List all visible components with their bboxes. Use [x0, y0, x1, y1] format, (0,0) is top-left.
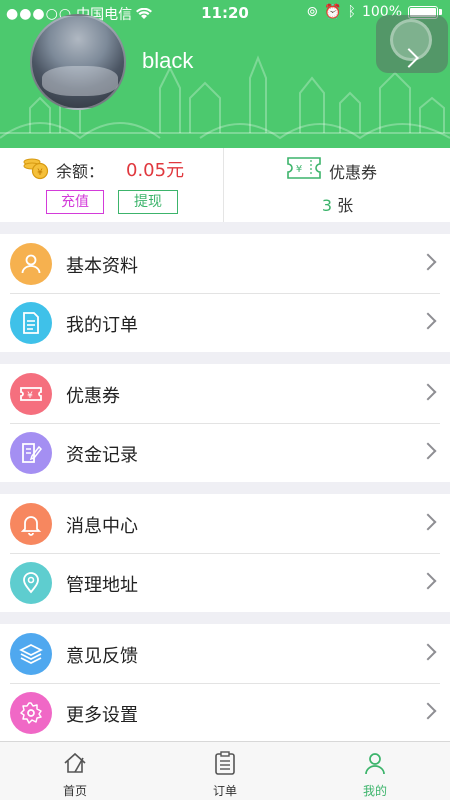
- user-icon: [365, 753, 385, 775]
- coupon-label: 优惠券: [329, 163, 378, 182]
- wallet-summary: ¥ 余额： 0.05元 充值 提现 ¥ 优惠券 3 张: [0, 148, 450, 222]
- bluetooth-icon: ᛒ: [347, 4, 356, 20]
- tab-home[interactable]: 首页: [0, 742, 150, 800]
- tab-mine[interactable]: 我的: [300, 742, 450, 800]
- chevron-right-icon: [419, 253, 437, 271]
- clipboard-icon: [215, 751, 235, 775]
- svg-text:¥: ¥: [296, 164, 302, 175]
- username[interactable]: black: [142, 48, 193, 74]
- tab-label: 订单: [212, 784, 237, 798]
- balance-value: 0.05元: [126, 160, 185, 181]
- menu-item-label: 优惠券: [66, 386, 120, 407]
- coupon-section[interactable]: ¥ 优惠券 3 张: [225, 148, 450, 222]
- document-icon: [10, 302, 52, 344]
- menu-item-coupons[interactable]: ¥ 优惠券: [0, 364, 450, 423]
- bottom-tab-bar: 首页 订单 我的: [0, 741, 450, 800]
- withdraw-button[interactable]: 提现: [118, 190, 178, 214]
- menu-item-my-orders[interactable]: 我的订单: [0, 293, 450, 352]
- edit-record-icon: [10, 432, 52, 474]
- chevron-right-icon: [419, 383, 437, 401]
- avatar[interactable]: [30, 14, 126, 110]
- recharge-button[interactable]: 充值: [46, 190, 104, 214]
- bell-icon: [10, 503, 52, 545]
- chevron-right-icon: [419, 513, 437, 531]
- ticket-icon: ¥: [287, 157, 321, 179]
- coupon-icon: ¥: [10, 373, 52, 415]
- chevron-right-icon: [419, 572, 437, 590]
- menu-item-messages[interactable]: 消息中心: [0, 494, 450, 553]
- menu-item-label: 资金记录: [66, 445, 138, 466]
- menu-item-settings[interactable]: 更多设置: [0, 683, 450, 742]
- coupon-count-number: 3: [321, 196, 333, 215]
- profile-header: ●●●○○ 中国电信 11:20 ⊚ ⏰ ᛒ 100% black: [0, 0, 450, 148]
- alarm-icon: ⏰: [324, 4, 342, 20]
- balance-section: ¥ 余额： 0.05元 充值 提现: [0, 148, 224, 222]
- chevron-right-icon: [419, 442, 437, 460]
- menu-item-label: 意见反馈: [66, 646, 138, 667]
- rotation-lock-icon: ⊚: [306, 4, 319, 20]
- coupon-count: 3 张: [225, 192, 450, 216]
- menu-item-label: 更多设置: [66, 705, 138, 726]
- menu-item-label: 管理地址: [66, 575, 138, 596]
- chevron-right-icon: [419, 312, 437, 330]
- menu-item-label: 消息中心: [66, 516, 138, 537]
- balance-label: 余额：: [56, 162, 105, 181]
- menu-item-profile-info[interactable]: 基本资料: [0, 234, 450, 293]
- menu-item-label: 基本资料: [66, 256, 138, 277]
- chevron-right-icon: [419, 702, 437, 720]
- layers-icon: [10, 633, 52, 675]
- menu-group-more: 意见反馈 更多设置: [0, 624, 450, 742]
- menu-group-account: 基本资料 我的订单: [0, 234, 450, 352]
- coupon-count-unit: 张: [337, 196, 354, 215]
- assistive-touch-button[interactable]: [376, 15, 448, 73]
- location-pin-icon: [10, 562, 52, 604]
- menu-item-addresses[interactable]: 管理地址: [0, 553, 450, 612]
- menu-item-fund-records[interactable]: 资金记录: [0, 423, 450, 482]
- chevron-right-icon: [419, 643, 437, 661]
- svg-text:¥: ¥: [27, 391, 33, 401]
- svg-text:¥: ¥: [37, 168, 43, 178]
- home-icon: [64, 752, 86, 773]
- user-icon: [10, 243, 52, 285]
- tab-label: 首页: [62, 784, 87, 798]
- menu-group-finance: ¥ 优惠券 资金记录: [0, 364, 450, 482]
- gear-icon: [10, 692, 52, 734]
- menu-group-messages: 消息中心 管理地址: [0, 494, 450, 612]
- menu-item-feedback[interactable]: 意见反馈: [0, 624, 450, 683]
- coins-icon: ¥: [23, 158, 49, 180]
- menu-item-label: 我的订单: [66, 315, 138, 336]
- battery-tip: [439, 9, 442, 15]
- tab-orders[interactable]: 订单: [150, 742, 300, 800]
- tab-label: 我的: [362, 784, 387, 798]
